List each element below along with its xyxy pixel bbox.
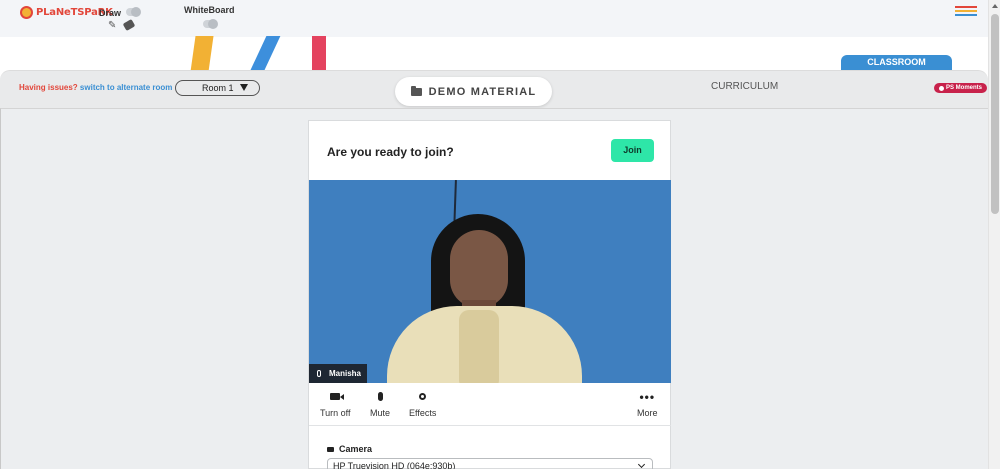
switch-room-link[interactable]: switch to alternate room [80,83,172,92]
decorative-arc-blue [249,36,281,72]
draw-toggle[interactable] [126,7,141,17]
whiteboard-label: WhiteBoard [184,5,235,15]
scrollbar-thumb[interactable] [991,14,999,214]
video-preview: Manisha [309,180,671,383]
eraser-icon[interactable] [122,19,136,31]
effects-icon [419,393,427,400]
demo-material-button[interactable]: DEMO MATERIAL [395,77,552,106]
draw-label: Draw [99,8,122,18]
room-select[interactable]: Room 1 [175,80,260,96]
camera-select[interactable]: HP Truevision HD (064e:930b) [327,458,653,469]
mascot-icon [20,6,33,19]
camera-select-value: HP Truevision HD (064e:930b) [333,461,456,469]
camera-icon [327,446,334,452]
top-toolbar: PLaNeTSPaRK Draw ✎ WhiteBoard [0,0,988,37]
media-controls: Turn off Mute Effects ••• More [309,383,671,426]
camera-label-text: Camera [339,444,373,454]
more-icon: ••• [639,389,656,404]
caret-down-icon [240,84,248,91]
folder-icon [410,85,422,96]
tab-curriculum[interactable]: CURRICULUM [711,81,778,92]
more-label: More [637,408,658,418]
issues-notice: Having issues? switch to alternate room [19,83,172,92]
effects-label: Effects [409,408,437,418]
microphone-icon [317,370,321,377]
pencil-icon[interactable]: ✎ [108,20,116,31]
video-camera-icon [330,393,345,400]
turn-off-label: Turn off [320,408,351,418]
ps-moments-badge[interactable]: PS Moments [934,83,988,93]
participant-body-shade [459,310,499,383]
camera-section-label: Camera [327,444,372,454]
vertical-scrollbar[interactable] [988,0,1000,469]
demo-material-label: DEMO MATERIAL [428,85,537,98]
effects-button[interactable]: Effects [409,391,436,418]
hamburger-menu-icon[interactable] [955,6,977,18]
turn-off-camera-button[interactable]: Turn off [320,391,351,418]
more-button[interactable]: ••• More [637,389,658,419]
participant-name: Manisha [329,369,362,378]
chevron-down-icon [637,460,646,469]
participant-face [450,230,508,308]
join-button[interactable]: Join [611,139,654,162]
whiteboard-toggle[interactable] [203,19,218,29]
tab-classroom[interactable]: CLASSROOM [841,55,952,75]
microphone-icon [377,392,383,401]
room-select-value: Room 1 [202,83,234,93]
participant-name-tag: Manisha [309,364,368,383]
ps-moments-label: PS Moments [946,85,983,91]
prejoin-card: Are you ready to join? Join Manisha Turn… [308,120,671,469]
issues-prefix: Having issues? [19,83,78,92]
mute-button[interactable]: Mute [370,391,390,418]
prejoin-title: Are you ready to join? [327,145,454,159]
scroll-up-arrow-icon[interactable] [992,4,998,8]
mute-label: Mute [370,408,391,418]
plus-circle-icon [939,85,944,91]
